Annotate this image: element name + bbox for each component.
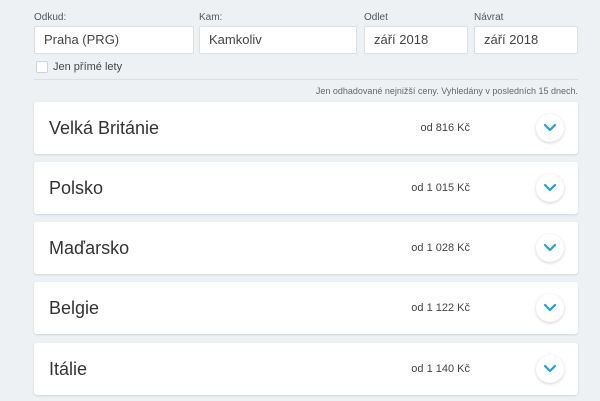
chevron-down-icon xyxy=(543,303,557,312)
expand-button[interactable] xyxy=(536,294,564,322)
expand-button[interactable] xyxy=(536,174,564,202)
price-label: od 1 015 Kč xyxy=(411,182,470,194)
chevron-down-icon xyxy=(543,364,557,373)
result-row[interactable]: Velká Británie od 816 Kč xyxy=(34,102,578,154)
price-disclaimer: Jen odhadované nejnižší ceny. Vyhledány … xyxy=(315,86,578,96)
return-date-input[interactable]: září 2018 xyxy=(474,26,578,54)
return-label: Návrat xyxy=(474,12,504,23)
country-name: Velká Británie xyxy=(49,118,160,138)
direct-flights-label: Jen přímé lety xyxy=(53,61,123,73)
country-name: Itálie xyxy=(49,359,88,379)
expand-button[interactable] xyxy=(536,355,564,383)
chevron-down-icon xyxy=(543,183,557,192)
expand-button[interactable] xyxy=(536,234,564,262)
return-field-group: Návrat xyxy=(474,12,503,24)
country-name: Maďarsko xyxy=(49,238,130,258)
chevron-down-icon xyxy=(543,123,557,132)
depart-date-input[interactable]: září 2018 xyxy=(364,26,468,54)
expand-button[interactable] xyxy=(536,114,564,142)
direct-flights-option[interactable]: Jen přímé lety xyxy=(36,60,122,74)
price-label: od 1 028 Kč xyxy=(411,242,470,254)
result-row[interactable]: Itálie od 1 140 Kč xyxy=(34,343,578,395)
direct-flights-checkbox[interactable] xyxy=(36,61,48,73)
chevron-down-icon xyxy=(543,243,557,252)
result-row[interactable]: Belgie od 1 122 Kč xyxy=(34,282,578,334)
search-form: Odkud: Praha (PRG) Kam: Kamkoliv Odlet z… xyxy=(34,12,578,54)
divider xyxy=(34,79,578,80)
from-label: Odkud: xyxy=(34,12,67,23)
to-field-group: Kam: xyxy=(199,12,222,24)
price-label: od 816 Kč xyxy=(420,122,470,134)
depart-field-group: Odlet xyxy=(364,12,388,24)
depart-label: Odlet xyxy=(364,12,388,23)
from-field-group: Odkud: xyxy=(34,12,66,24)
country-name: Belgie xyxy=(49,298,100,318)
price-label: od 1 122 Kč xyxy=(411,302,470,314)
result-row[interactable]: Polsko od 1 015 Kč xyxy=(34,162,578,214)
from-input[interactable]: Praha (PRG) xyxy=(34,26,194,54)
price-label: od 1 140 Kč xyxy=(411,363,470,375)
country-name: Polsko xyxy=(49,178,104,198)
to-label: Kam: xyxy=(199,12,223,23)
to-input[interactable]: Kamkoliv xyxy=(199,26,357,54)
result-row[interactable]: Maďarsko od 1 028 Kč xyxy=(34,222,578,274)
